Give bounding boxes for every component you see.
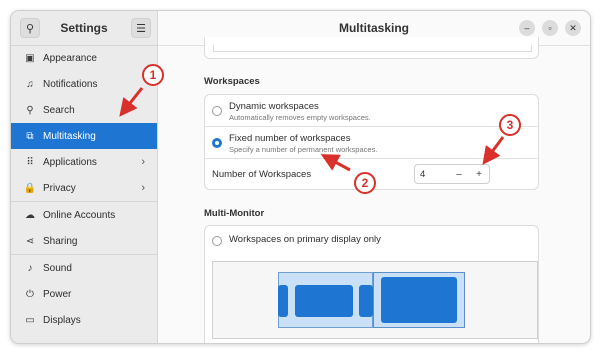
arrow-to-fixed-workspaces bbox=[320, 154, 351, 172]
annotation-badge-1: 1 bbox=[142, 64, 164, 86]
annotation-badge-3: 3 bbox=[499, 114, 521, 136]
annotation-badge-2: 2 bbox=[354, 172, 376, 194]
arrow-to-stepper bbox=[482, 136, 505, 165]
arrow-to-multitasking bbox=[119, 87, 144, 117]
annotation-arrows bbox=[119, 87, 505, 172]
